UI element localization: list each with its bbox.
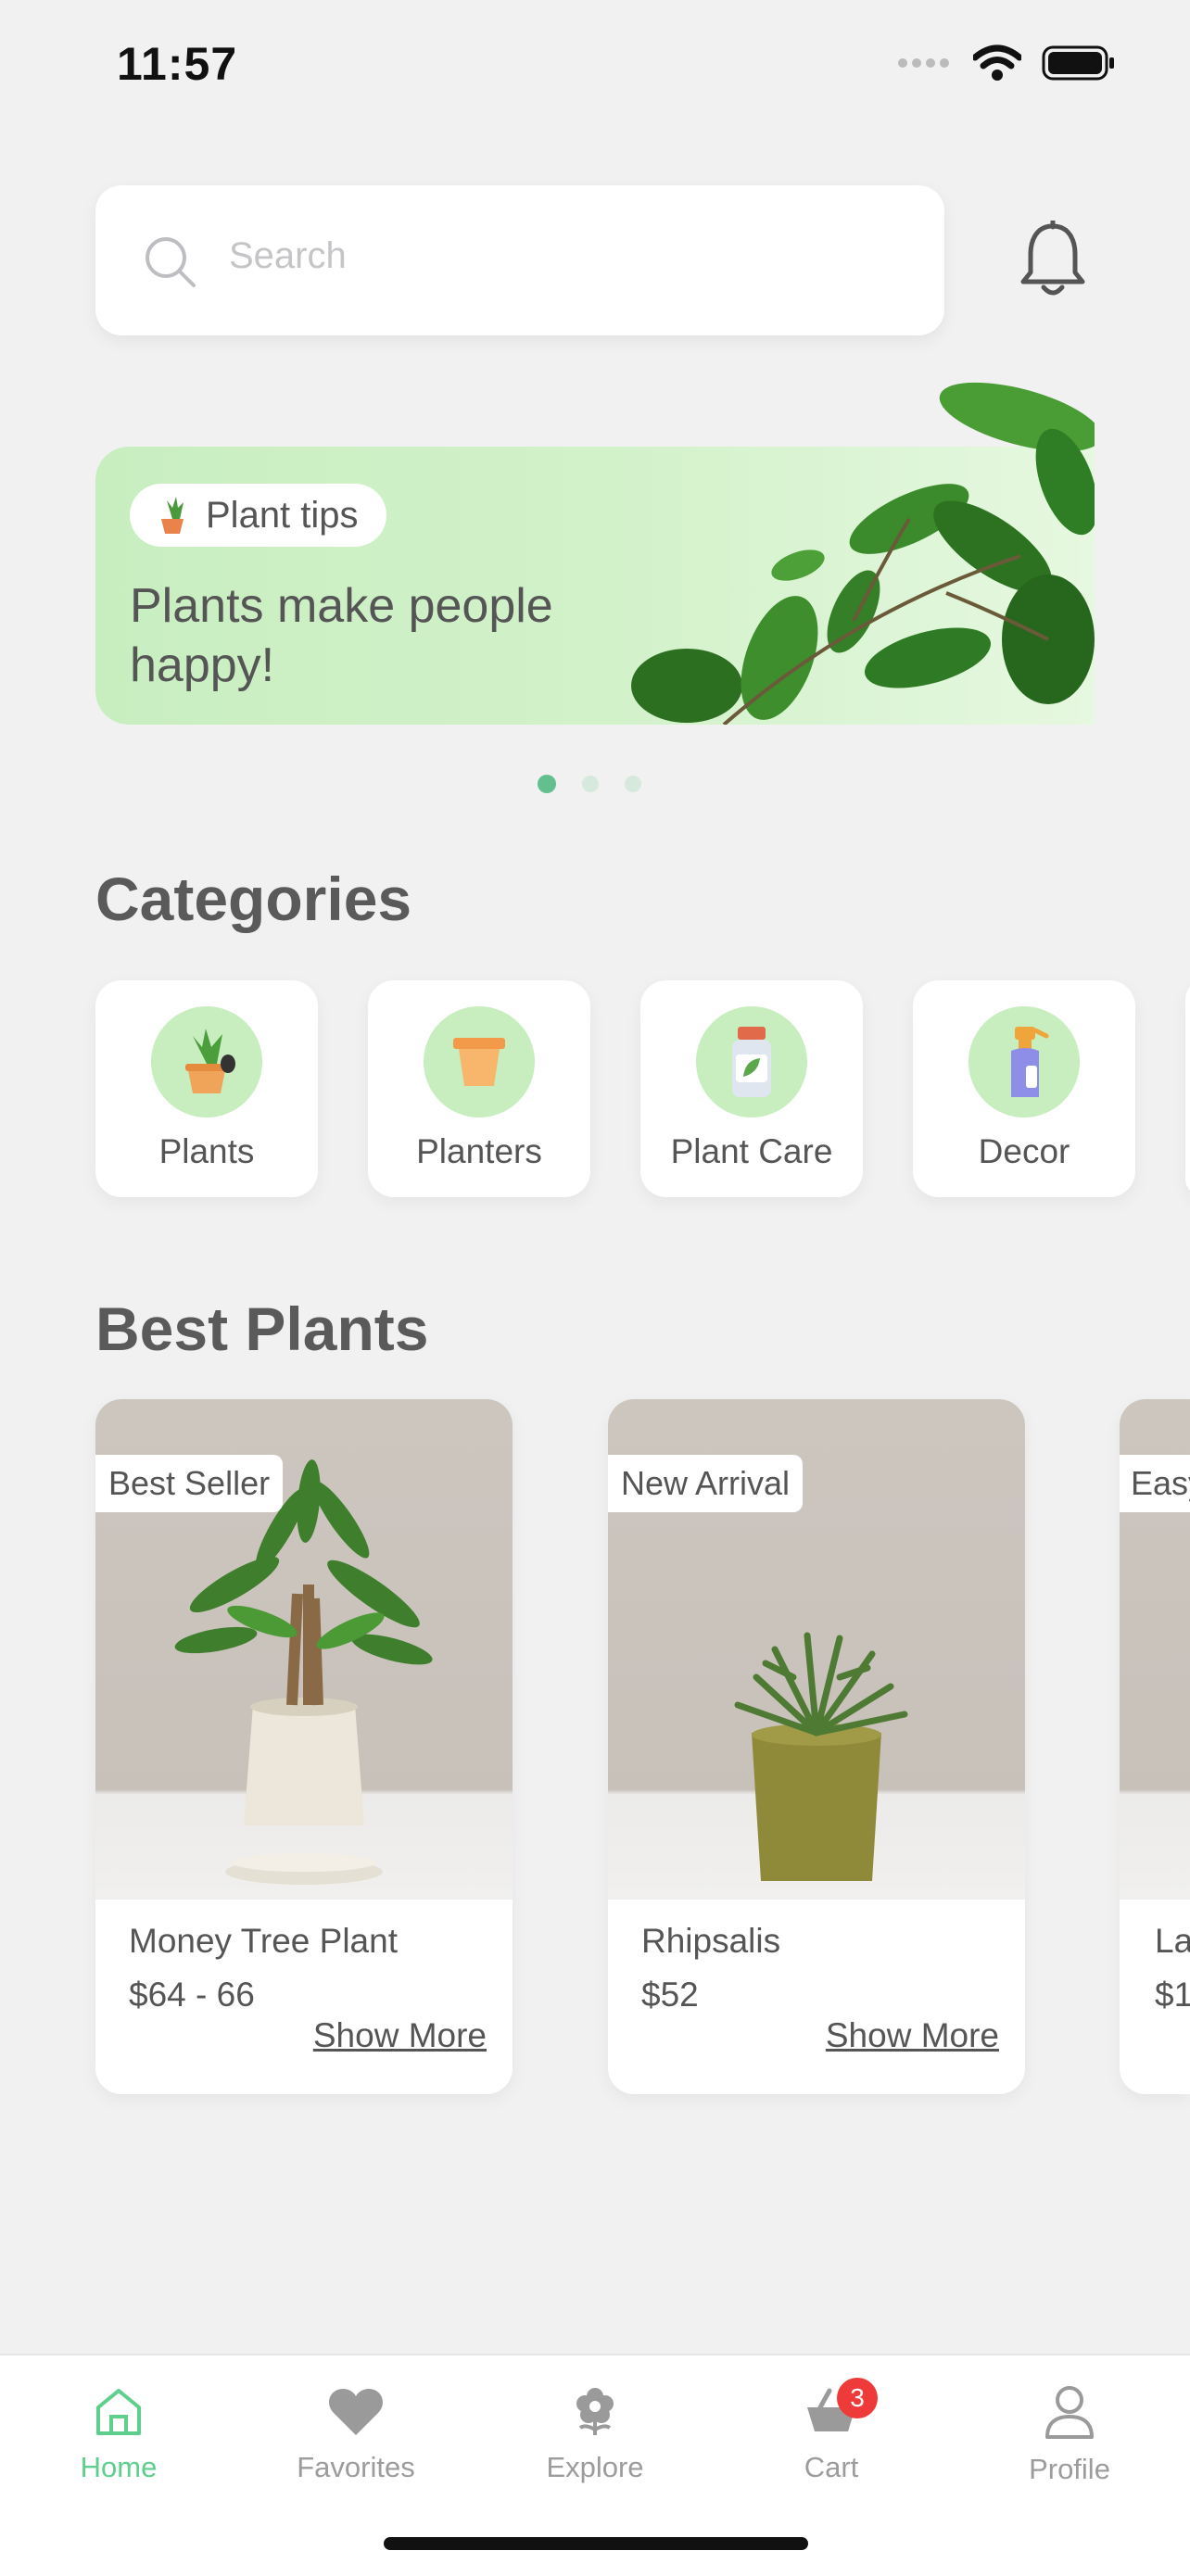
carousel-dot-2[interactable]: [582, 776, 599, 792]
signal-icon: [898, 58, 949, 68]
show-more-link[interactable]: Show More: [826, 2016, 999, 2055]
product-name: Money Tree Plant: [129, 1922, 398, 1960]
category-label: Planters: [416, 1132, 542, 1170]
product-price: $52: [641, 1976, 699, 2014]
tab-explore[interactable]: Explore: [502, 2383, 688, 2484]
search-input[interactable]: Search: [229, 235, 347, 277]
planter-icon: [453, 1038, 505, 1086]
product-price: $64 - 66: [129, 1976, 255, 2014]
home-icon: [96, 2389, 141, 2435]
tab-label: Profile: [1029, 2453, 1110, 2485]
pill-label: Plant tips: [206, 494, 359, 536]
product-badge: Best Seller: [95, 1455, 284, 1512]
spray-bottle-icon: [1011, 1027, 1049, 1097]
product-name: Rhipsalis: [641, 1922, 781, 1960]
carousel-dot-1[interactable]: [538, 775, 556, 793]
category-label: Plant Care: [670, 1132, 833, 1170]
fertilizer-bottle-icon: [732, 1027, 771, 1097]
tab-label: Favorites: [297, 2451, 415, 2483]
battery-icon: [1042, 45, 1114, 81]
product-card-partial[interactable]: Easy La $1: [1120, 1399, 1190, 2094]
product-badge: Easy: [1120, 1455, 1190, 1512]
product-price: $1: [1155, 1976, 1190, 2014]
category-label: Plants: [158, 1132, 255, 1170]
category-partial[interactable]: [1185, 980, 1190, 1197]
best-plants-title: Best Plants: [95, 1294, 429, 1363]
tab-label: Explore: [546, 2451, 644, 2483]
category-plant-care[interactable]: Plant Care: [640, 980, 863, 1197]
category-plants[interactable]: Plants: [95, 980, 318, 1197]
user-icon: [1045, 2386, 1094, 2439]
tab-label: Cart: [804, 2451, 859, 2483]
search-icon: [146, 237, 196, 287]
status-icons: [897, 44, 1116, 82]
wifi-icon: [973, 44, 1021, 81]
flower-icon: [576, 2388, 614, 2435]
category-label: Decor: [978, 1132, 1070, 1170]
category-planters[interactable]: Planters: [368, 980, 590, 1197]
tab-home[interactable]: Home: [26, 2383, 211, 2484]
banner-headline: Plants make people happy!: [130, 579, 553, 692]
search-bar[interactable]: Search: [95, 185, 944, 335]
tab-cart[interactable]: 3 Cart: [739, 2378, 924, 2484]
show-more-link[interactable]: Show More: [313, 2016, 487, 2055]
tab-profile[interactable]: Profile: [977, 2383, 1162, 2486]
banner-leaves-image: [631, 382, 1095, 725]
tab-favorites[interactable]: Favorites: [263, 2383, 449, 2484]
categories-title: Categories: [95, 865, 412, 933]
home-indicator[interactable]: [384, 2537, 808, 2550]
plant-tips-pill: Plant tips: [130, 484, 386, 547]
carousel-dots[interactable]: [538, 775, 641, 793]
notification-bell-icon[interactable]: [1016, 221, 1090, 300]
category-decor[interactable]: Decor: [913, 980, 1135, 1197]
product-card[interactable]: Best Seller Money Tree Plant $64 - 66 Sh…: [95, 1399, 513, 2094]
cart-count-badge: 3: [837, 2378, 878, 2418]
tab-label: Home: [80, 2451, 158, 2483]
carousel-dot-3[interactable]: [625, 776, 641, 792]
status-time: 11:57: [117, 38, 238, 90]
heart-icon: [329, 2389, 383, 2435]
potted-plant-icon: [161, 497, 184, 534]
product-badge: New Arrival: [608, 1455, 804, 1512]
product-card[interactable]: New Arrival Rhipsalis $52 Show More: [608, 1399, 1025, 2094]
potted-plant-icon: [185, 1029, 235, 1093]
product-name: La: [1155, 1922, 1190, 1960]
